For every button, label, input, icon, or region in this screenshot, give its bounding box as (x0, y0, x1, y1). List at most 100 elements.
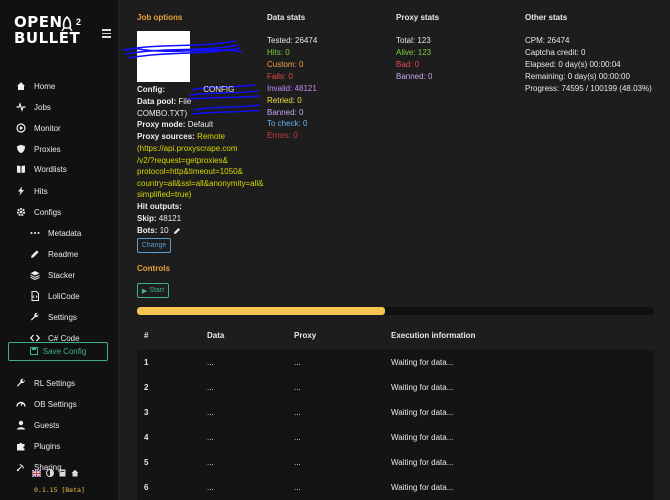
cell-info: Waiting for data... (391, 458, 454, 467)
sidebar-item-wordlists[interactable]: Wordlists (0, 160, 119, 178)
menu-toggle-icon[interactable] (102, 29, 111, 38)
sidebar-item-label: Monitor (34, 123, 61, 133)
cell-proxy: ... (294, 408, 301, 417)
cell-num: 6 (144, 483, 149, 492)
docs-icon[interactable] (59, 469, 66, 477)
other-remaining: Remaining: 0 day(s) 00:00:00 (525, 72, 630, 81)
sidebar-item-monitor[interactable]: Monitor (0, 119, 119, 137)
change-button[interactable]: Change (137, 238, 171, 253)
cell-proxy: ... (294, 358, 301, 367)
col-header-data: Data (207, 331, 225, 340)
other-stats-title: Other stats (525, 13, 568, 22)
sidebar-item-guests[interactable]: Guests (0, 416, 119, 434)
col-header-info: Execution information (391, 331, 476, 340)
save-config-label: Save Config (42, 347, 87, 356)
satellite-icon (16, 462, 26, 472)
user-icon (16, 420, 26, 430)
logo-text-bullet: BULLET (14, 29, 81, 47)
controls-title: Controls (137, 264, 170, 273)
sidebar-item-home[interactable]: Home (0, 77, 119, 95)
cell-data: ... (207, 483, 214, 492)
stat-banned: Banned: 0 (267, 108, 304, 117)
cell-num: 5 (144, 458, 149, 467)
sidebar-item-readme[interactable]: Readme (0, 245, 119, 263)
proxy-banned: Banned: 0 (396, 72, 433, 81)
start-button[interactable]: ▶ Start (137, 283, 169, 298)
proxy-mode-value: Default (187, 120, 214, 129)
gear-icon (16, 207, 26, 217)
other-captcha: Captcha credit: 0 (525, 48, 586, 57)
proxy-bad: Bad: 0 (396, 60, 420, 69)
layers-icon (30, 270, 40, 280)
cell-num: 2 (144, 383, 149, 392)
wrench-icon (30, 312, 40, 322)
bots-value: 10 (159, 226, 169, 235)
sidebar-item-rl-settings[interactable]: RL Settings (0, 374, 119, 392)
stat-fails: Fails: 0 (267, 72, 293, 81)
cell-data: ... (207, 358, 214, 367)
proxy-mode-label: Proxy mode: (137, 120, 186, 129)
save-icon (29, 346, 38, 357)
hit-outputs-label: Hit outputs: (137, 202, 182, 211)
dots-icon (30, 228, 40, 238)
monitor-icon (16, 123, 26, 133)
edit-bots-icon[interactable] (173, 227, 181, 235)
config-row: Config: CONFIG (137, 85, 234, 94)
cell-proxy: ... (294, 458, 301, 467)
stat-invalid: Invalid: 48121 (267, 84, 317, 93)
proxy-sources-value: Remote (197, 132, 226, 141)
code-file-icon (30, 291, 40, 301)
sidebar-item-label: RL Settings (34, 378, 76, 388)
data-stats-title: Data stats (267, 13, 306, 22)
cell-data: ... (207, 458, 214, 467)
sidebar-item-lolicode[interactable]: LoliCode (0, 287, 119, 305)
sidebar-item-label: Stacker (48, 270, 76, 280)
sidebar-item-label: Jobs (34, 102, 51, 112)
sidebar-item-configs[interactable]: Configs (0, 203, 119, 221)
cell-num: 1 (144, 358, 149, 367)
table-row: 5...... Waiting for data... (137, 450, 654, 475)
uk-flag-icon[interactable] (32, 469, 41, 477)
home-icon (16, 81, 26, 91)
cell-proxy: ... (294, 383, 301, 392)
cell-proxy: ... (294, 483, 301, 492)
home-small-icon[interactable] (71, 469, 79, 477)
sidebar-item-stacker[interactable]: Stacker (0, 266, 119, 284)
sidebar-item-jobs[interactable]: Jobs (0, 98, 119, 116)
sidebar-item-label: Readme (48, 249, 79, 259)
config-label: Config: (137, 85, 165, 94)
rocket-icon (61, 16, 73, 32)
bolt-icon (16, 186, 26, 196)
start-label: Start (149, 287, 165, 294)
stat-to-check: To check: 0 (267, 119, 308, 128)
cell-info: Waiting for data... (391, 433, 454, 442)
sidebar-item-label: Wordlists (34, 164, 67, 174)
sidebar-item-ob-settings[interactable]: OB Settings (0, 395, 119, 413)
save-config-button[interactable]: Save Config (8, 342, 108, 361)
gauge-icon (16, 399, 26, 409)
app-logo[interactable]: OPEN BULLET 2 (14, 14, 84, 58)
stat-retried: Retried: 0 (267, 96, 302, 105)
cell-info: Waiting for data... (391, 483, 454, 492)
col-header-num: # (144, 331, 149, 340)
sidebar-item-proxies[interactable]: Proxies (0, 140, 119, 158)
play-icon: ▶ (141, 287, 148, 295)
cell-proxy: ... (294, 433, 301, 442)
sidebar-item-settings[interactable]: Settings (0, 308, 119, 326)
sidebar-item-plugins[interactable]: Plugins (0, 437, 119, 455)
config-value: CONFIG (203, 85, 235, 94)
cell-data: ... (207, 383, 214, 392)
table-row: 4...... Waiting for data... (137, 425, 654, 450)
bots-label: Bots: (137, 226, 158, 235)
sidebar-item-metadata[interactable]: Metadata (0, 224, 119, 242)
cell-num: 4 (144, 433, 149, 442)
sidebar-item-label: Hits (34, 186, 48, 196)
other-cpm: CPM: 26474 (525, 36, 570, 45)
sidebar-item-hits[interactable]: Hits (0, 182, 119, 200)
theme-icon[interactable] (46, 469, 54, 477)
cell-info: Waiting for data... (391, 358, 454, 367)
pulse-icon (16, 102, 26, 112)
proxy-url-line: country=all&ssl=all&anonymity=all& (137, 179, 264, 188)
pencil-icon (30, 249, 40, 259)
cell-info: Waiting for data... (391, 408, 454, 417)
